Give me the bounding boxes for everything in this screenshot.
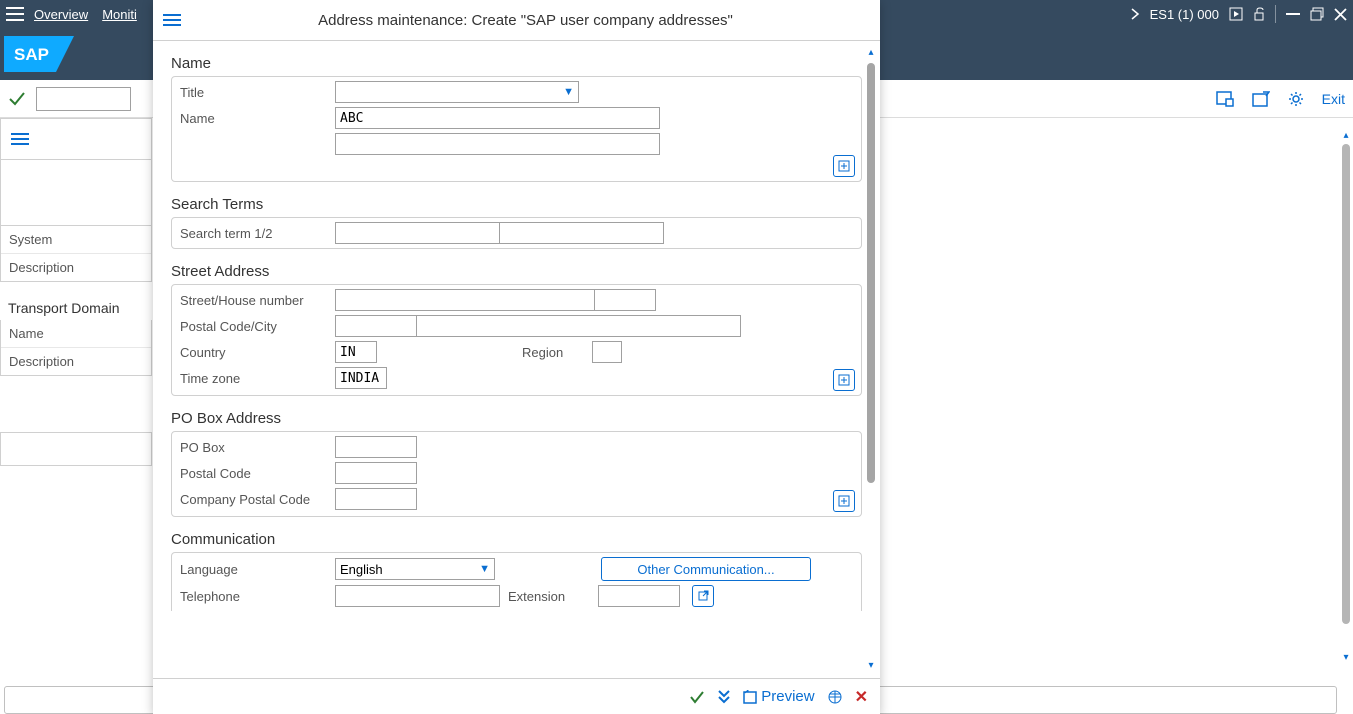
name2-field[interactable]	[335, 133, 660, 155]
chevron-down-icon: ▼	[563, 86, 574, 98]
region-field[interactable]	[592, 341, 622, 363]
pobox-field[interactable]	[335, 436, 417, 458]
pobox-label: PO Box	[180, 440, 335, 455]
pobox-postal-label: Postal Code	[180, 466, 335, 481]
scroll-down-icon[interactable]: ▾	[1340, 652, 1352, 666]
system-info-area: ES1 (1) 000	[1130, 5, 1347, 23]
restore-icon[interactable]	[1310, 7, 1324, 21]
dialog-body: Name Title ▼ Name Search Terms Search te…	[153, 41, 880, 678]
expand-name-icon[interactable]	[833, 155, 855, 177]
street-field[interactable]	[335, 289, 595, 311]
close-icon[interactable]	[1334, 8, 1347, 21]
section-street-label: Street Address	[171, 263, 862, 280]
other-communication-button[interactable]: Other Communication...	[601, 557, 811, 581]
svg-text:SAP: SAP	[14, 45, 49, 64]
preview-button[interactable]: Preview	[743, 688, 814, 705]
settings-icon[interactable]	[1288, 91, 1304, 107]
transport-item-name: Name	[1, 320, 151, 348]
search-term2-field[interactable]	[499, 222, 664, 244]
pobox-postal-field[interactable]	[335, 462, 417, 484]
street-group: Street/House number Postal Code/City Cou…	[171, 284, 862, 396]
dialog-title: Address maintenance: Create "SAP user co…	[181, 12, 870, 29]
menu-monitoring[interactable]: Moniti	[102, 7, 137, 22]
chevron-down-icon: ▼	[479, 563, 490, 575]
telephone-details-icon[interactable]	[692, 585, 714, 607]
sidebar-item-system: System	[1, 226, 151, 254]
dialog-header: Address maintenance: Create "SAP user co…	[153, 0, 880, 41]
main-menu-icon[interactable]	[6, 7, 24, 21]
language-label: Language	[180, 562, 335, 577]
chevron-right-icon[interactable]	[1130, 8, 1140, 20]
city-field[interactable]	[416, 315, 741, 337]
minimize-icon[interactable]	[1286, 13, 1300, 16]
new-session-icon[interactable]	[1216, 91, 1234, 107]
section-search-label: Search Terms	[171, 196, 862, 213]
search-term1-field[interactable]	[335, 222, 500, 244]
accept-icon[interactable]	[8, 90, 26, 108]
company-postal-field[interactable]	[335, 488, 417, 510]
section-comm-label: Communication	[171, 531, 862, 548]
comm-group: Language English▼ Other Communication...…	[171, 552, 862, 611]
double-down-icon[interactable]	[717, 689, 731, 705]
sidebar-item-description: Description	[1, 254, 151, 281]
telephone-field[interactable]	[335, 585, 500, 607]
house-number-field[interactable]	[594, 289, 656, 311]
exit-button[interactable]: Exit	[1322, 91, 1345, 107]
pobox-group: PO Box Postal Code Company Postal Code	[171, 431, 862, 517]
dialog-scroll-thumb[interactable]	[867, 63, 875, 483]
dialog-menu-icon[interactable]	[163, 14, 181, 26]
company-postal-label: Company Postal Code	[180, 492, 335, 507]
dialog-footer: Preview ✕	[153, 678, 880, 714]
sap-logo: SAP	[4, 36, 74, 72]
transport-item-description: Description	[1, 348, 151, 375]
name-group: Title ▼ Name	[171, 76, 862, 182]
language-dropdown[interactable]: English▼	[335, 558, 495, 580]
system-label: ES1 (1) 000	[1150, 7, 1219, 22]
command-field[interactable]	[36, 87, 131, 111]
country-field[interactable]	[335, 341, 377, 363]
unlock-icon[interactable]	[1253, 7, 1265, 21]
transport-domain-title: Transport Domain	[0, 292, 152, 320]
internat-versions-icon[interactable]	[827, 689, 843, 705]
title-label: Title	[180, 85, 335, 100]
expand-pobox-icon[interactable]	[833, 490, 855, 512]
menu-overview[interactable]: Overview	[34, 7, 88, 22]
region-label: Region	[512, 345, 592, 360]
country-label: Country	[180, 345, 335, 360]
cancel-button[interactable]: ✕	[855, 687, 868, 707]
scroll-thumb[interactable]	[1342, 144, 1350, 624]
sidebar-menu-toggle[interactable]	[0, 118, 152, 160]
address-dialog: Address maintenance: Create "SAP user co…	[153, 0, 880, 714]
name-field[interactable]	[335, 107, 660, 129]
name-label: Name	[180, 111, 335, 126]
timezone-field[interactable]	[335, 367, 387, 389]
search-term-label: Search term 1/2	[180, 226, 335, 241]
play-icon[interactable]	[1229, 7, 1243, 21]
dialog-scroll-up-icon[interactable]: ▴	[864, 47, 878, 59]
extension-label: Extension	[508, 589, 598, 604]
dialog-scrollbar[interactable]: ▴ ▾	[864, 47, 878, 672]
main-scrollbar[interactable]: ▴ ▾	[1340, 130, 1352, 666]
extension-field[interactable]	[598, 585, 680, 607]
title-dropdown[interactable]: ▼	[335, 81, 579, 103]
section-pobox-label: PO Box Address	[171, 410, 862, 427]
search-group: Search term 1/2	[171, 217, 862, 249]
postal-city-label: Postal Code/City	[180, 319, 335, 334]
accept-button[interactable]	[689, 689, 705, 705]
street-label: Street/House number	[180, 293, 335, 308]
dialog-scroll-down-icon[interactable]: ▾	[864, 660, 878, 672]
postal-code-field[interactable]	[335, 315, 417, 337]
expand-street-icon[interactable]	[833, 369, 855, 391]
telephone-label: Telephone	[180, 589, 335, 604]
left-sidebar: System Description Transport Domain Name…	[0, 118, 152, 466]
timezone-label: Time zone	[180, 371, 335, 386]
section-name-label: Name	[171, 55, 862, 72]
close-session-icon[interactable]	[1252, 91, 1270, 107]
scroll-up-icon[interactable]: ▴	[1340, 130, 1352, 144]
